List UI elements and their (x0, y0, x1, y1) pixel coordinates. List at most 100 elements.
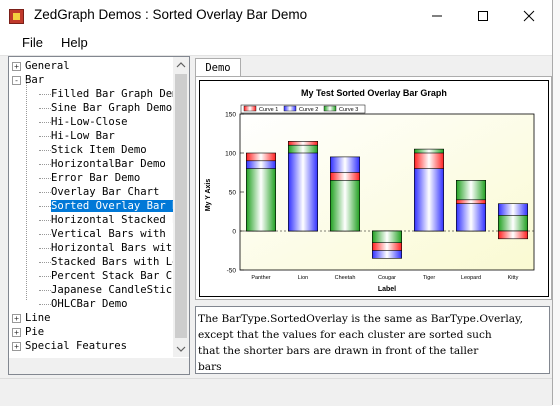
tree-item[interactable]: Hi-Low Bar (39, 129, 115, 143)
close-button[interactable] (506, 0, 552, 31)
tree-item-label: Japanese CandleStick (51, 284, 179, 296)
maximize-button[interactable] (460, 0, 506, 31)
tree-item[interactable]: Error Bar Demo (39, 171, 140, 185)
tree-item[interactable]: Vertical Bars with L (39, 227, 179, 241)
expand-icon[interactable]: + (12, 314, 21, 323)
tree-connector (39, 219, 51, 221)
legend-swatch (243, 105, 257, 112)
tree-item-label: Overlay Bar Chart (51, 186, 160, 198)
tree-item[interactable]: Overlay Bar Chart (39, 185, 159, 199)
tree-item-label: Vertical Bars with L (51, 228, 179, 240)
y-axis-label: My Y Axis (205, 179, 212, 212)
tree-scroll-thumb[interactable] (175, 74, 187, 338)
tree-item[interactable]: Horizontal Stacked B (39, 213, 179, 227)
legend-swatch (323, 105, 337, 112)
tree-item-label: General (25, 60, 70, 72)
tree-category[interactable]: + Special Features (12, 339, 127, 353)
tree-item[interactable]: Sine Bar Graph Demo (39, 101, 172, 115)
x-tick-label: Kitty (508, 275, 519, 281)
tree-connector (39, 177, 51, 179)
tree-category[interactable]: + Pie (12, 325, 44, 339)
tree-connector (39, 261, 51, 263)
tree-connector (39, 205, 51, 207)
title-bar: ZedGraph Demos : Sorted Overlay Bar Demo (0, 0, 552, 31)
tree-item[interactable]: Filled Bar Graph Dem (39, 87, 179, 101)
tree-item[interactable]: HorizontalBar Demo (39, 157, 166, 171)
collapse-icon[interactable]: - (12, 76, 21, 85)
zedgraph-control[interactable]: My Test Sorted Overlay Bar Graph Label M… (199, 80, 549, 297)
x-tick-label: Cougar (378, 275, 396, 281)
tree-item-label: Bar (25, 74, 45, 86)
tree-connector (39, 247, 51, 249)
tree-item-label: Horizontal Stacked B (51, 214, 179, 226)
tree-category[interactable]: + Line (12, 311, 51, 325)
tree-item[interactable]: Hi-Low-Close (39, 115, 128, 129)
tree-category[interactable]: + General (12, 59, 70, 73)
legend-label: Curve 2 (299, 107, 318, 113)
tab-panel-demo: My Test Sorted Overlay Bar Graph Label M… (195, 76, 552, 300)
tree-connector-line (26, 80, 27, 300)
demo-tree[interactable]: + General - Bar Filled Bar Graph Dem Sine Bar… (8, 56, 190, 375)
menu-file[interactable]: File (22, 35, 43, 50)
tree-item-label: Line (25, 312, 51, 324)
menu-help[interactable]: Help (61, 35, 88, 50)
tree-item-label: Percent Stack Bar Ch (51, 270, 179, 282)
tree-item-label: Pie (25, 326, 45, 338)
bar-curve-2 (455, 203, 486, 232)
tree-item-label: HorizontalBar Demo (51, 158, 166, 170)
legend-swatch (283, 105, 297, 112)
tab-demo[interactable]: Demo (195, 58, 241, 77)
bar-curve-3 (497, 215, 528, 232)
tree-item[interactable]: Stacked Bars with Le (39, 255, 179, 269)
bar-chart: My Test Sorted Overlay Bar Graph Label M… (205, 88, 535, 293)
tree-item-label: Filled Bar Graph Dem (51, 88, 179, 100)
tree-connector (39, 191, 51, 193)
tree-connector (39, 163, 51, 165)
tree-item-selected[interactable]: Sorted Overlay Bar D (39, 199, 179, 213)
y-tick-label: 50 (229, 190, 237, 197)
tree-horizontal-scrollbar[interactable] (9, 358, 189, 374)
tree-item-label: Special Features (25, 340, 128, 352)
tree-connector (39, 149, 51, 151)
bar-curve-3 (330, 180, 361, 232)
x-tick-label: Panther (251, 275, 270, 281)
scroll-down-icon (176, 346, 186, 352)
minimize-button[interactable] (414, 0, 460, 31)
tree-connector (39, 93, 51, 95)
tree-item[interactable]: Stick Item Demo (39, 143, 147, 157)
tree-item-label: Error Bar Demo (51, 172, 141, 184)
x-tick-label: Lion (298, 275, 308, 281)
tree-item[interactable]: Horizontal Bars with (39, 241, 179, 255)
app-icon (9, 9, 24, 24)
tree-item-label: Horizontal Bars with (51, 242, 179, 254)
tree-item[interactable]: OHLCBar Demo (39, 297, 128, 311)
description-text: The BarType.SortedOverlay is the same as… (195, 306, 550, 374)
menu-bar: File Help (0, 31, 552, 56)
tree-connector (39, 121, 51, 123)
tree-vertical-scrollbar[interactable] (173, 57, 189, 357)
legend-label: Curve 3 (339, 107, 358, 113)
tree-item[interactable]: Percent Stack Bar Ch (39, 269, 179, 283)
tree-category[interactable]: - Bar (12, 73, 44, 87)
main-window: ZedGraph Demos : Sorted Overlay Bar Demo… (0, 0, 553, 406)
tree-connector (39, 289, 51, 291)
tree-item[interactable]: Japanese CandleStick (39, 283, 179, 297)
y-tick-label: -50 (227, 268, 237, 275)
tree-connector (39, 135, 51, 137)
y-tick-label: 100 (225, 151, 236, 158)
tree-item-label: Hi-Low Bar (51, 130, 115, 142)
x-tick-label: Leopard (461, 275, 481, 281)
y-tick-label: 150 (225, 112, 236, 119)
expand-icon[interactable]: + (12, 342, 21, 351)
bar-curve-1 (497, 230, 528, 240)
legend: Curve 1 Curve 2 Curve 3 (240, 104, 366, 114)
bar-curve-3 (245, 168, 276, 232)
tree-item-label: Hi-Low-Close (51, 116, 128, 128)
x-axis-label: Label (378, 286, 396, 293)
expand-icon[interactable]: + (12, 62, 21, 71)
tree-item-label: Stacked Bars with Le (51, 256, 179, 268)
tree-item-label: OHLCBar Demo (51, 298, 128, 310)
tree-connector (39, 303, 51, 305)
minimize-icon (432, 15, 442, 16)
expand-icon[interactable]: + (12, 328, 21, 337)
